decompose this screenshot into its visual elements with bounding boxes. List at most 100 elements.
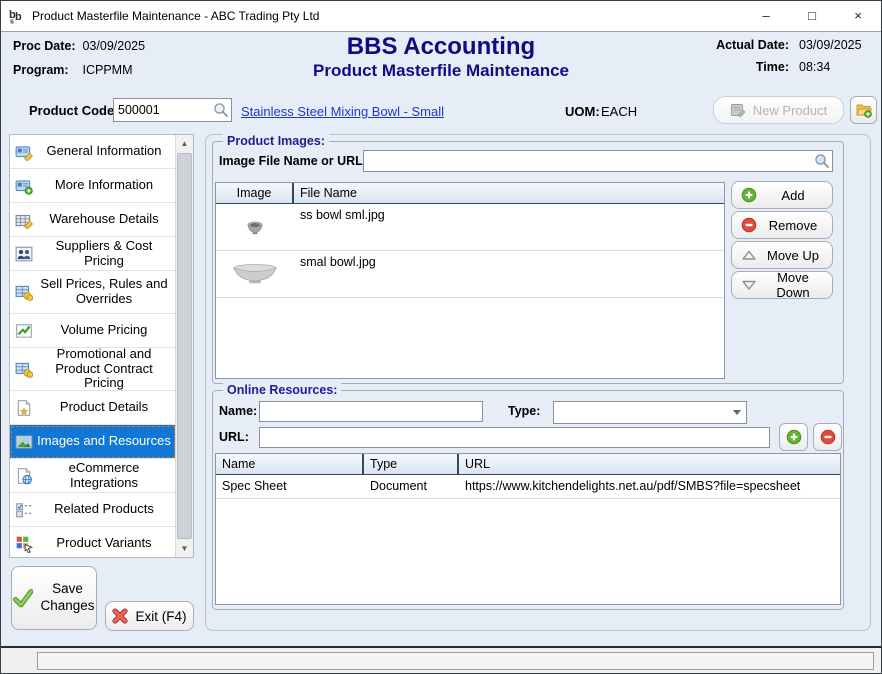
sidebar-item-sell-prices-rules-overrides[interactable]: Sell Prices, Rules and Overrides: [10, 271, 176, 314]
red-minus-circle-icon: [741, 217, 757, 233]
online-resources-legend: Online Resources:: [223, 383, 341, 397]
steel-bowl-small-thumbnail: [216, 204, 294, 250]
magnifier-icon[interactable]: [814, 153, 830, 169]
table-edit-icon: [15, 211, 33, 229]
sidebar-item-more-information[interactable]: More Information: [10, 169, 176, 203]
status-panel: [37, 652, 874, 670]
chevron-down-icon: [728, 402, 746, 423]
magnifier-icon[interactable]: [213, 102, 229, 118]
green-plus-circle-icon: [741, 187, 757, 203]
resource-type-cell: Document: [364, 475, 459, 498]
scroll-up-icon[interactable]: ▲: [176, 135, 193, 152]
product-image-row[interactable]: smal bowl.jpg: [216, 251, 724, 298]
sidebar-item-product-variants[interactable]: Product Variants: [10, 527, 176, 558]
image-file-label: Image File Name or URL:: [219, 154, 367, 168]
resource-type-label: Type:: [508, 404, 540, 418]
app-window: bbs Product Masterfile Maintenance - ABC…: [0, 0, 882, 674]
triangle-down-icon: [741, 277, 757, 293]
new-product-label: New Product: [753, 103, 827, 118]
time-label: Time:: [716, 60, 789, 74]
svg-text:b: b: [15, 11, 22, 23]
title-bar: bbs Product Masterfile Maintenance - ABC…: [1, 1, 881, 32]
column-header-type[interactable]: Type: [364, 454, 459, 474]
move-up-button[interactable]: Move Up: [731, 241, 833, 269]
growth-chart-icon: [15, 322, 33, 340]
suppliers-icon: [15, 245, 33, 263]
close-button[interactable]: ×: [835, 1, 881, 31]
minimize-button[interactable]: –: [743, 1, 789, 31]
move-down-button[interactable]: Move Down: [731, 271, 833, 299]
scroll-down-icon[interactable]: ▼: [176, 540, 193, 557]
product-image-row[interactable]: ss bowl sml.jpg: [216, 204, 724, 251]
maximize-button[interactable]: □: [789, 1, 835, 31]
file-name-cell: ss bowl sml.jpg: [294, 204, 724, 250]
scrollbar-thumb[interactable]: [177, 153, 192, 539]
window-title: Product Masterfile Maintenance - ABC Tra…: [32, 1, 319, 31]
column-header-url[interactable]: URL: [459, 454, 840, 474]
open-folder-button[interactable]: [850, 96, 877, 124]
product-images-legend: Product Images:: [223, 134, 329, 148]
remove-resource-button[interactable]: [813, 423, 842, 451]
uom-value: EACH: [601, 104, 637, 119]
product-code-label: Product Code:: [29, 103, 119, 118]
sidebar-item-promotional-contract-pricing[interactable]: Promotional and Product Contract Pricing: [10, 348, 176, 391]
file-name-cell: smal bowl.jpg: [294, 251, 724, 297]
resource-url-input[interactable]: [259, 427, 770, 448]
product-images-table-header: Image File Name: [216, 183, 724, 204]
document-globe-icon: [15, 467, 33, 485]
exit-label: Exit (F4): [135, 609, 186, 624]
id-card-edit-icon: [15, 143, 33, 161]
document-star-icon: [15, 399, 33, 417]
price-table-coins-icon: [15, 283, 33, 301]
sidebar-item-images-and-resources[interactable]: Images and Resources: [10, 425, 176, 459]
uom-label: UOM:: [565, 104, 600, 119]
sidebar-item-warehouse-details[interactable]: Warehouse Details: [10, 203, 176, 237]
online-resources-group: Online Resources: Name: Type: URL:: [212, 390, 844, 610]
sidebar-item-general-information[interactable]: General Information: [10, 135, 176, 169]
column-header-file-name[interactable]: File Name: [294, 183, 724, 203]
online-resources-table-header: Name Type URL: [216, 454, 840, 475]
resource-type-select[interactable]: [553, 401, 747, 424]
column-header-image[interactable]: Image: [216, 183, 294, 203]
svg-text:s: s: [10, 19, 14, 25]
variants-icon: [15, 535, 33, 553]
red-cross-icon: [112, 608, 128, 624]
bbs-logo-icon: bbs: [9, 8, 25, 24]
new-product-button[interactable]: New Product: [713, 96, 844, 124]
exit-button[interactable]: Exit (F4): [105, 601, 194, 631]
date-time-block: Actual Date: 03/09/2025 Time: 08:34: [716, 38, 873, 74]
product-description-link[interactable]: Stainless Steel Mixing Bowl - Small: [241, 104, 444, 119]
actual-date-label: Actual Date:: [716, 38, 789, 52]
time-value: 08:34: [799, 60, 873, 74]
image-file-input[interactable]: [363, 150, 833, 172]
add-resource-button[interactable]: [779, 423, 808, 451]
sidebar-scrollbar[interactable]: ▲ ▼: [175, 135, 193, 557]
remove-image-button[interactable]: Remove: [731, 211, 833, 239]
picture-icon: [15, 433, 33, 451]
column-header-name[interactable]: Name: [216, 454, 364, 474]
main-panel: Product Images: Image File Name or URL: …: [205, 134, 871, 631]
steel-bowl-wide-thumbnail: [216, 251, 294, 297]
red-minus-circle-icon: [820, 429, 836, 445]
sidebar-item-product-details[interactable]: Product Details: [10, 391, 176, 425]
sidebar-item-suppliers-cost-pricing[interactable]: Suppliers & Cost Pricing: [10, 237, 176, 271]
green-check-icon: [13, 588, 33, 608]
edit-form-icon: [730, 102, 746, 118]
status-bar: [1, 648, 881, 673]
sidebar-item-ecommerce-integrations[interactable]: eCommerce Integrations: [10, 459, 176, 493]
product-images-group: Product Images: Image File Name or URL: …: [212, 141, 844, 384]
save-changes-button[interactable]: Save Changes: [11, 566, 97, 630]
save-changes-label: Save Changes: [40, 581, 94, 615]
sidebar-item-related-products[interactable]: Related Products: [10, 493, 176, 527]
sidebar-item-volume-pricing[interactable]: Volume Pricing: [10, 314, 176, 348]
resource-name-input[interactable]: [259, 401, 483, 422]
checklist-icon: [15, 501, 33, 519]
add-image-button[interactable]: Add: [731, 181, 833, 209]
product-images-table: Image File Name ss bowl sml.jpg smal bow…: [215, 182, 725, 379]
resource-url-cell: https://www.kitchendelights.net.au/pdf/S…: [459, 475, 840, 498]
actual-date-value: 03/09/2025: [799, 38, 873, 52]
price-table-coins-icon: [15, 360, 33, 378]
sidebar-nav: General Information More Information War…: [9, 134, 194, 558]
green-plus-circle-icon: [786, 429, 802, 445]
online-resource-row[interactable]: Spec Sheet Document https://www.kitchend…: [216, 475, 840, 499]
